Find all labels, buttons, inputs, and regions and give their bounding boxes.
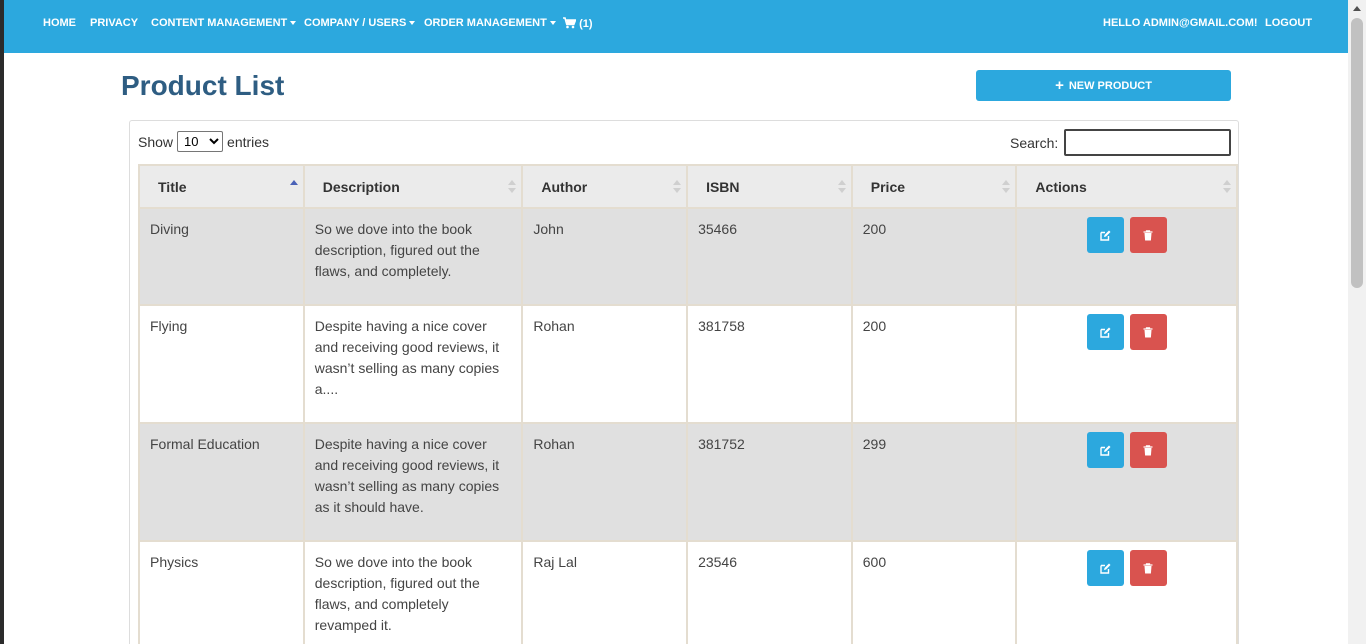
chevron-down-icon — [290, 21, 297, 26]
cell-author: Raj Lal — [521, 540, 689, 644]
edit-icon — [1100, 445, 1111, 456]
cell-price: 200 — [850, 304, 1018, 424]
sort-icon — [837, 180, 846, 194]
scroll-up-icon[interactable] — [1353, 6, 1361, 11]
page-scrollbar[interactable] — [1348, 0, 1366, 644]
cell-isbn: 23546 — [686, 540, 853, 644]
column-header-description[interactable]: Description — [302, 164, 524, 209]
trash-icon — [1143, 229, 1153, 240]
nav-logout[interactable]: LOGOUT — [1265, 17, 1312, 29]
cell-author: John — [521, 207, 689, 306]
edit-icon — [1100, 327, 1111, 338]
cell-price: 299 — [850, 422, 1018, 542]
cell-description: So we dove into the book description, fi… — [302, 207, 524, 306]
column-header-label: Price — [870, 178, 906, 195]
shopping-cart-icon — [563, 17, 577, 29]
table-row: Flying Despite having a nice cover and r… — [138, 304, 1238, 424]
table-row: Physics So we dove into the book descrip… — [138, 540, 1238, 644]
delete-button[interactable] — [1129, 550, 1167, 586]
nav-company-users-label: COMPANY / USERS — [304, 17, 407, 29]
cell-price: 200 — [850, 207, 1018, 306]
nav-content-management-label: CONTENT MANAGEMENT — [151, 17, 288, 29]
cell-author: Rohan — [521, 422, 689, 542]
nav-cart[interactable]: (1) — [563, 17, 593, 30]
cart-count: (1) — [579, 18, 593, 30]
browser-viewport: HOME PRIVACY CONTENT MANAGEMENT COMPANY … — [4, 0, 1348, 644]
user-greeting[interactable]: HELLO ADMIN@GMAIL.COM! — [1103, 17, 1258, 29]
table-header-row: Title Description Author ISBN Price Acti… — [138, 164, 1238, 209]
cell-isbn: 381758 — [686, 304, 853, 424]
sort-icon — [673, 180, 682, 194]
search-input[interactable] — [1064, 129, 1232, 156]
nav-content-management[interactable]: CONTENT MANAGEMENT — [151, 17, 297, 29]
new-product-button[interactable]: + NEW PRODUCT — [976, 70, 1231, 101]
trash-icon — [1143, 326, 1153, 337]
column-header-author[interactable]: Author — [521, 164, 689, 209]
cell-isbn: 381752 — [686, 422, 853, 542]
cell-author: Rohan — [521, 304, 689, 424]
search-label: Search: — [1010, 134, 1059, 151]
cell-actions — [1015, 422, 1238, 542]
edit-icon — [1100, 230, 1111, 241]
cell-description: Despite having a nice cover and receivin… — [302, 304, 524, 424]
cell-actions — [1015, 207, 1238, 306]
cell-title: Formal Education — [138, 422, 305, 542]
column-header-price[interactable]: Price — [850, 164, 1018, 209]
delete-button[interactable] — [1129, 314, 1167, 350]
cell-isbn: 35466 — [686, 207, 853, 306]
column-header-label: ISBN — [706, 178, 740, 195]
edit-button[interactable] — [1086, 217, 1124, 253]
entries-length-control: Show 10 entries — [138, 131, 269, 152]
column-header-label: Author — [541, 178, 588, 195]
cell-actions — [1015, 540, 1238, 644]
trash-icon — [1143, 444, 1153, 455]
cell-title: Flying — [138, 304, 305, 424]
column-header-actions[interactable]: Actions — [1015, 164, 1238, 209]
nav-order-management-label: ORDER MANAGEMENT — [424, 17, 547, 29]
nav-company-users[interactable]: COMPANY / USERS — [304, 17, 416, 29]
sort-icon — [508, 180, 517, 194]
column-header-label: Title — [158, 178, 187, 195]
cell-description: So we dove into the book description, fi… — [302, 540, 524, 644]
show-label: Show — [138, 133, 174, 150]
table-row: Formal Education Despite having a nice c… — [138, 422, 1238, 542]
cell-price: 600 — [850, 540, 1018, 644]
edit-icon — [1100, 563, 1111, 574]
delete-button[interactable] — [1129, 217, 1167, 253]
column-header-label: Description — [322, 178, 400, 195]
table-row: Diving So we dove into the book descript… — [138, 207, 1238, 306]
top-navbar: HOME PRIVACY CONTENT MANAGEMENT COMPANY … — [4, 0, 1348, 53]
table-search: Search: — [1010, 129, 1232, 156]
delete-button[interactable] — [1129, 432, 1167, 468]
nav-order-management[interactable]: ORDER MANAGEMENT — [424, 17, 556, 29]
sort-icon — [1002, 180, 1011, 194]
column-header-label: Actions — [1035, 178, 1087, 195]
column-header-title[interactable]: Title — [138, 164, 305, 209]
cell-description: Despite having a nice cover and receivin… — [302, 422, 524, 542]
edit-button[interactable] — [1086, 550, 1124, 586]
chevron-down-icon — [549, 21, 556, 26]
sort-icon — [1223, 180, 1231, 194]
nav-privacy[interactable]: PRIVACY — [90, 17, 138, 29]
column-header-isbn[interactable]: ISBN — [686, 164, 853, 209]
entries-label: entries — [227, 133, 270, 150]
plus-icon: + — [1055, 77, 1064, 94]
cell-title: Physics — [138, 540, 305, 644]
trash-icon — [1143, 562, 1153, 573]
new-product-label: NEW PRODUCT — [1068, 79, 1152, 92]
scrollbar-thumb[interactable] — [1351, 18, 1363, 288]
edit-button[interactable] — [1086, 432, 1124, 468]
page-title: Product List — [121, 70, 285, 101]
product-table: Title Description Author ISBN Price Acti… — [138, 164, 1238, 644]
sort-ascending-icon — [289, 180, 298, 194]
edit-button[interactable] — [1086, 314, 1124, 350]
entries-select[interactable]: 10 — [177, 131, 224, 152]
chevron-down-icon — [409, 21, 416, 26]
nav-home[interactable]: HOME — [43, 17, 76, 29]
cell-title: Diving — [138, 207, 305, 306]
cell-actions — [1015, 304, 1238, 424]
